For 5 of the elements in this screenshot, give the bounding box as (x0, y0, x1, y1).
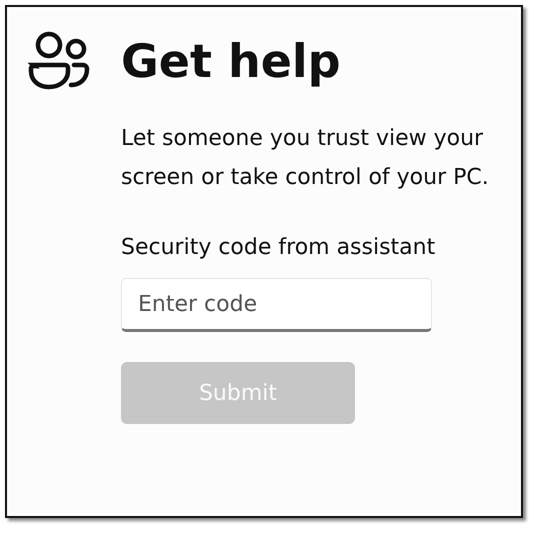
field-label: Security code from assistant (121, 235, 436, 260)
people-icon (27, 31, 91, 91)
page-title: Get help (121, 34, 341, 88)
code-input-field[interactable]: Enter code (121, 278, 432, 332)
description-text: Let someone you trust view your screen or take control of your PC. (121, 125, 490, 192)
